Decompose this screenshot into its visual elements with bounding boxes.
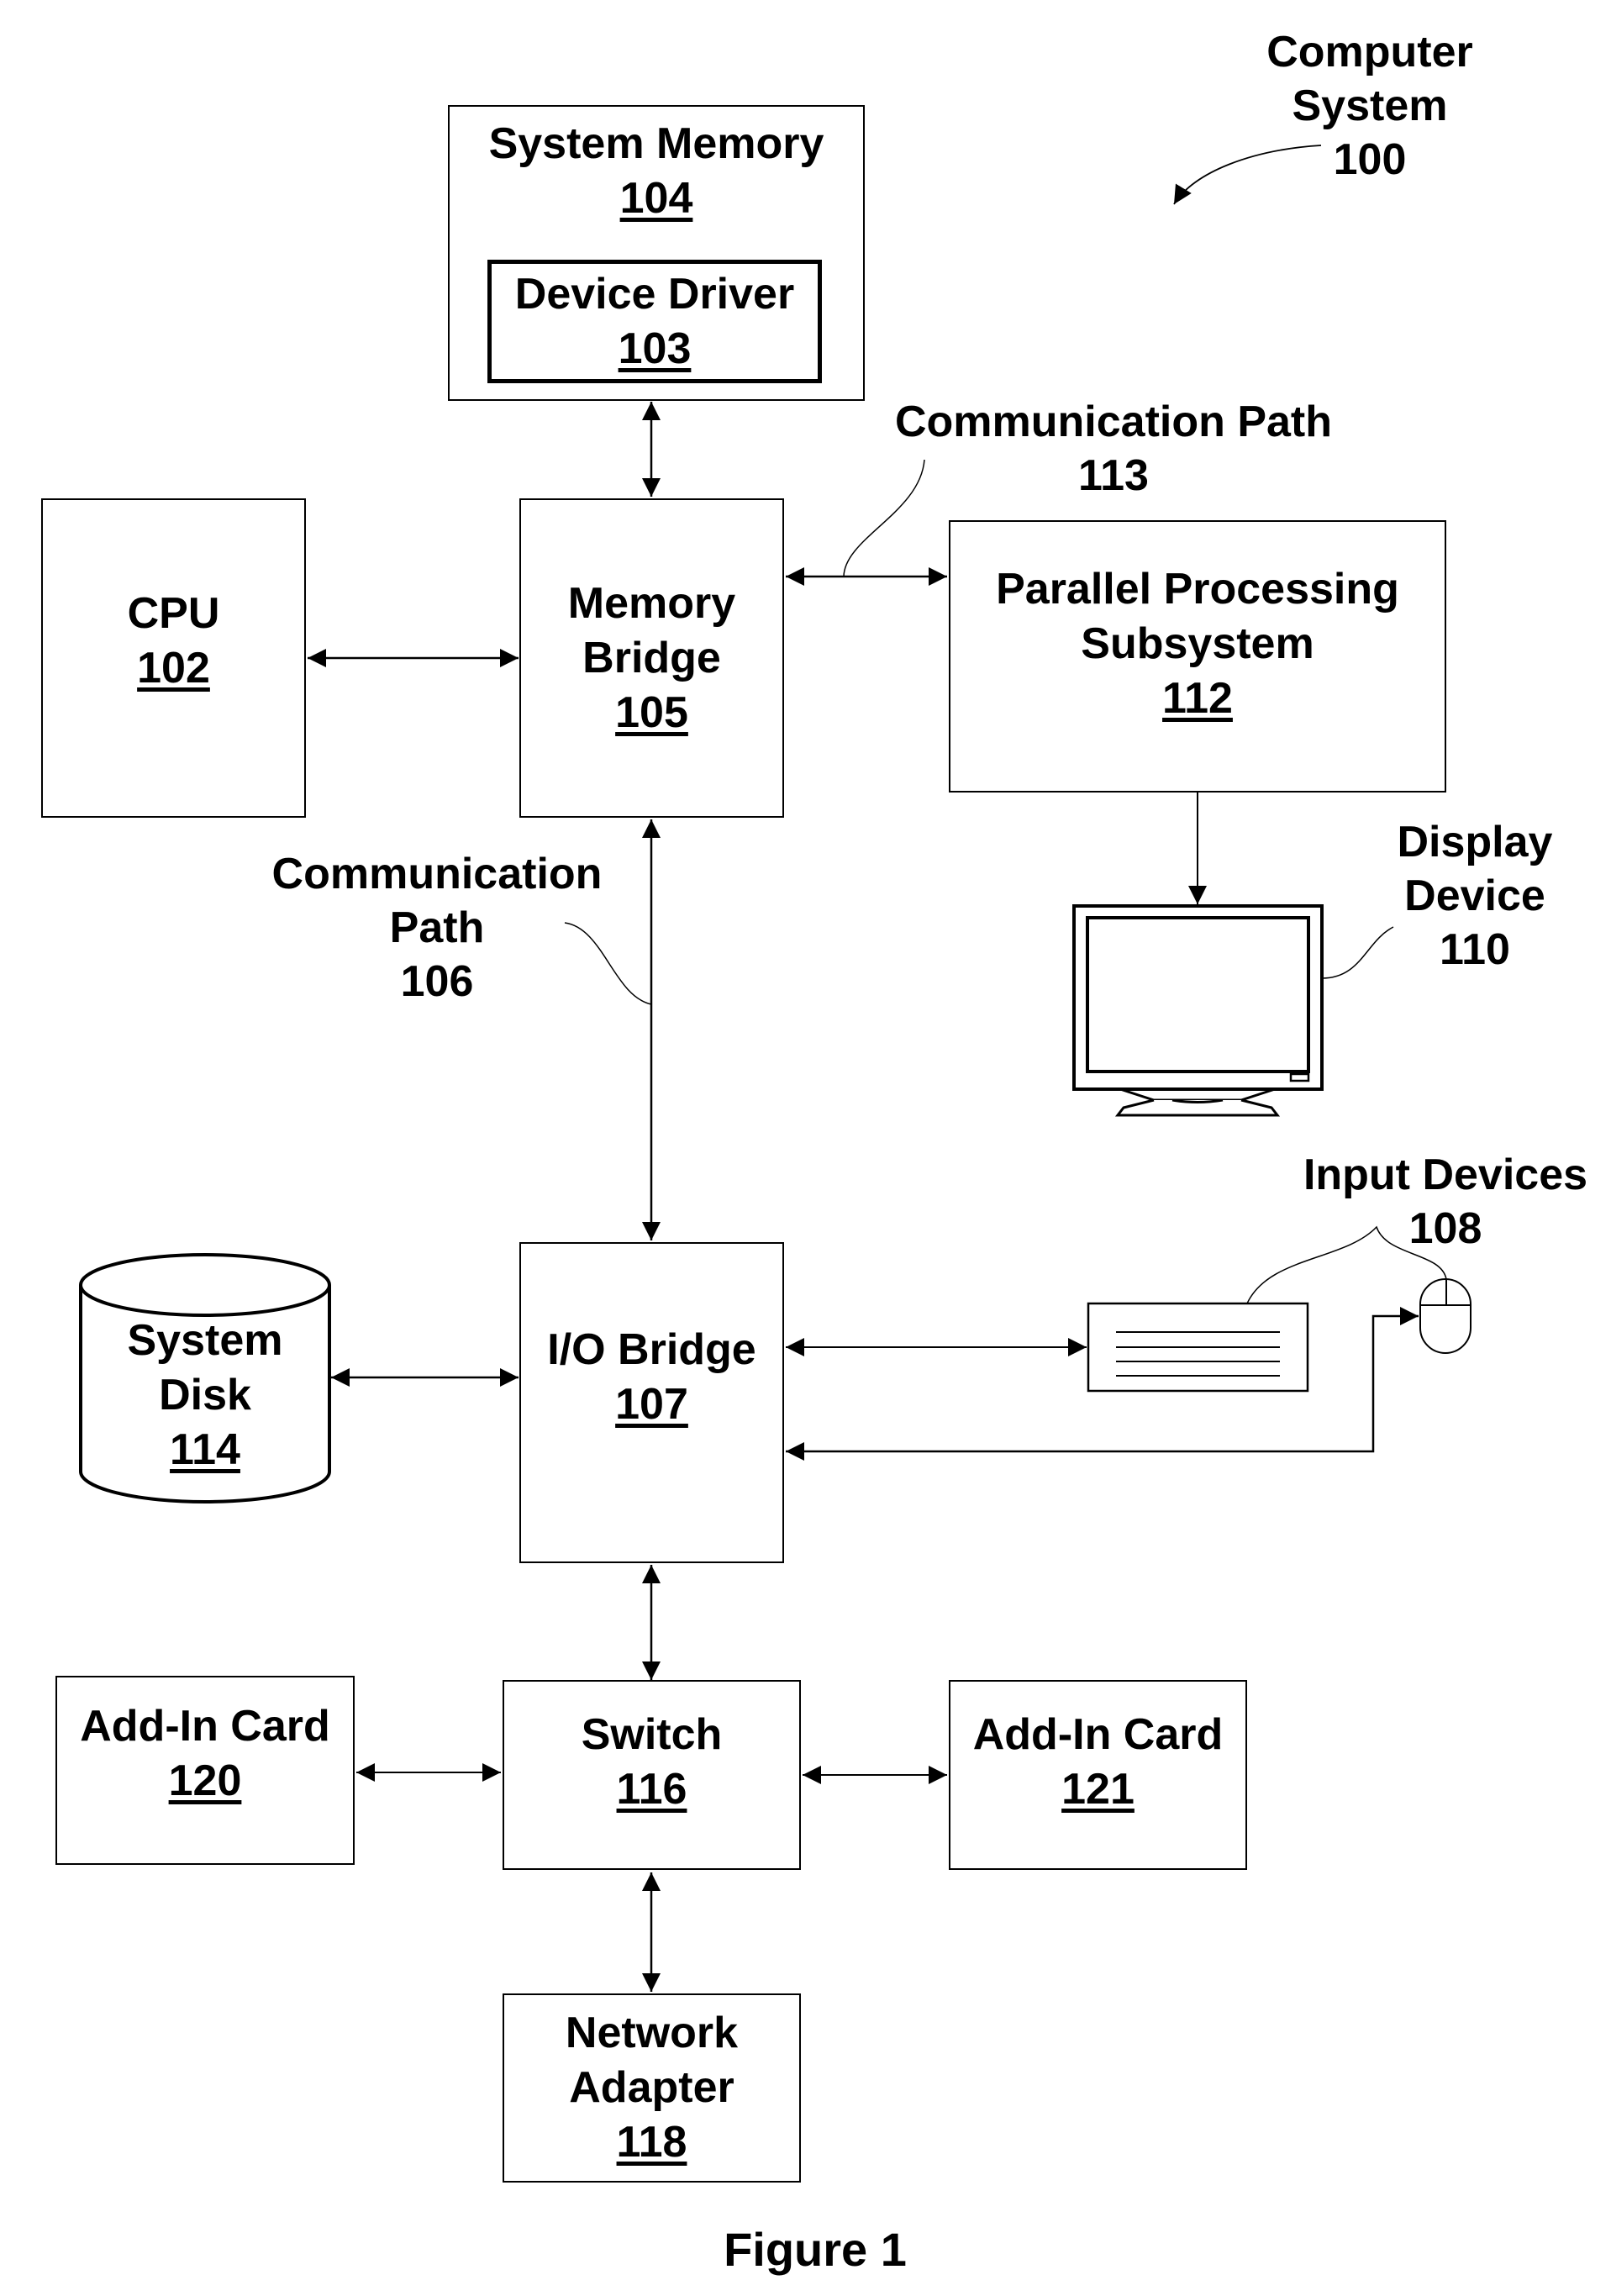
switch-block[interactable]: Switch 116: [503, 1680, 801, 1870]
io-bridge-label: I/O Bridge: [547, 1325, 756, 1374]
comm-path-113-line1: Communication Path: [894, 398, 1333, 446]
input-devices-ref: 108: [1408, 1204, 1482, 1253]
switch-label: Switch: [581, 1710, 723, 1759]
switch-ref: 116: [616, 1765, 687, 1814]
add-in-card-121-label: Add-In Card: [972, 1710, 1224, 1759]
memory-bridge-block[interactable]: Memory Bridge 105: [519, 498, 784, 818]
device-driver-block[interactable]: Device Driver 103: [487, 260, 822, 383]
parallel-processing-ref: 112: [1162, 673, 1233, 723]
system-disk-line1: System: [127, 1315, 283, 1365]
io-bridge-ref: 107: [615, 1380, 688, 1429]
comm-path-113-ref: 113: [1078, 451, 1149, 500]
comm-path-106-label: Communication Path 106: [252, 847, 622, 1008]
system-disk-block[interactable]: System Disk 114: [81, 1315, 329, 1475]
add-in-card-120-block[interactable]: Add-In Card 120: [55, 1676, 355, 1865]
device-driver-ref: 103: [618, 324, 692, 373]
cpu-ref: 102: [137, 644, 210, 692]
system-disk-line2: Disk: [159, 1370, 251, 1419]
keyboard-icon: [1087, 1302, 1309, 1393]
network-adapter-block[interactable]: Network Adapter 118: [503, 1993, 801, 2183]
input-devices-line1: Input Devices: [1303, 1151, 1588, 1199]
system-disk-ref: 114: [170, 1424, 240, 1474]
system-memory-ref: 104: [619, 174, 693, 223]
computer-system-label: Computer System 100: [1244, 25, 1496, 187]
computer-system-ref: 100: [1333, 135, 1407, 184]
cpu-label: CPU: [127, 589, 220, 638]
parallel-processing-line1: Parallel Processing: [996, 564, 1399, 613]
display-device-line2: Device: [1404, 872, 1545, 920]
network-adapter-line1: Network: [565, 2009, 739, 2057]
figure-caption: Figure 1: [724, 2223, 907, 2276]
parallel-processing-block[interactable]: Parallel Processing Subsystem 112: [949, 520, 1446, 793]
add-in-card-120-ref: 120: [168, 1756, 242, 1805]
network-adapter-ref: 118: [616, 2118, 687, 2167]
add-in-card-120-label: Add-In Card: [80, 1701, 330, 1751]
device-driver-label: Device Driver: [514, 269, 795, 319]
display-device-label: Display Device 110: [1353, 815, 1597, 977]
comm-path-106-ref: 106: [400, 957, 474, 1006]
comm-path-106-line2: Path: [389, 903, 485, 952]
display-monitor-icon: [1072, 904, 1324, 1117]
computer-system-line1: Computer: [1266, 28, 1473, 76]
io-bridge-block[interactable]: I/O Bridge 107: [519, 1242, 784, 1563]
system-memory-label: System Memory: [488, 119, 824, 168]
memory-bridge-line2: Bridge: [582, 633, 721, 682]
display-device-ref: 110: [1440, 925, 1510, 974]
parallel-processing-line2: Subsystem: [1081, 619, 1314, 668]
computer-system-line2: System: [1292, 82, 1448, 130]
mouse-icon: [1419, 1278, 1471, 1354]
input-devices-label: Input Devices 108: [1286, 1148, 1605, 1256]
cpu-block[interactable]: CPU 102: [41, 498, 306, 818]
memory-bridge-ref: 105: [615, 687, 688, 737]
network-adapter-line2: Adapter: [569, 2063, 734, 2112]
display-device-line1: Display: [1397, 818, 1553, 866]
comm-path-106-line1: Communication: [271, 850, 603, 898]
add-in-card-121-ref: 121: [1061, 1765, 1135, 1814]
memory-bridge-line1: Memory: [567, 578, 736, 628]
add-in-card-121-block[interactable]: Add-In Card 121: [949, 1680, 1247, 1870]
comm-path-113-label: Communication Path 113: [866, 395, 1361, 503]
